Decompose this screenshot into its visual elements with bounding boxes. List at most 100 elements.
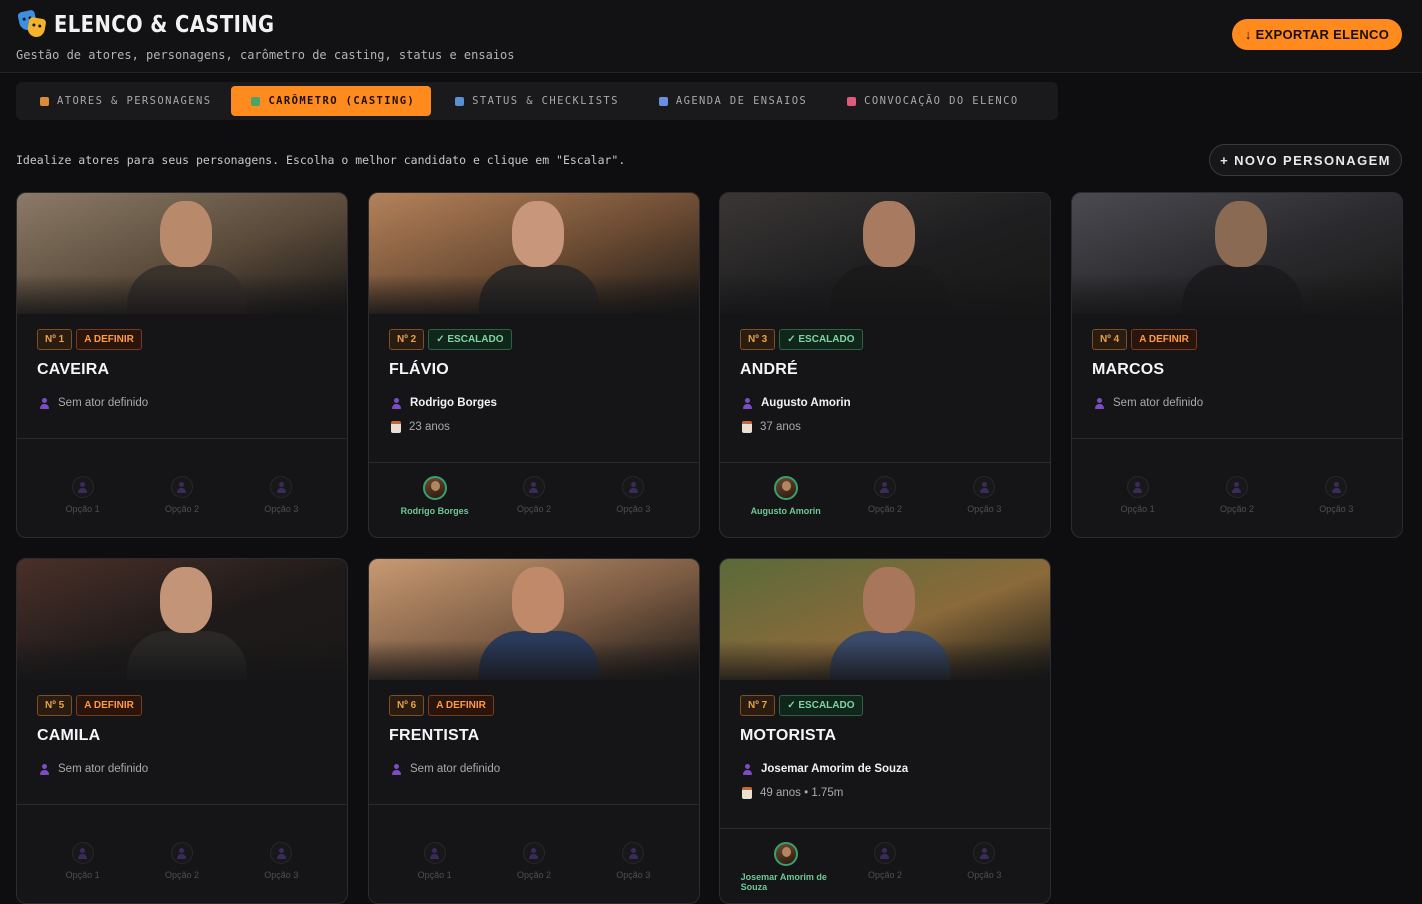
character-card[interactable]: Nº 4 A DEFINIR MARCOS Sem ator definido … [1071,192,1403,538]
clipboard-icon [742,421,752,433]
casting-option[interactable]: Opção 3 [588,842,678,880]
divider [720,462,1050,463]
casting-option[interactable]: Opção 3 [939,476,1029,516]
empty-avatar [622,476,645,498]
option-label: Opção 2 [516,870,551,880]
character-card[interactable]: Nº 5 A DEFINIR CAMILA Sem ator definido … [16,558,348,904]
empty-avatar [973,476,996,498]
person-icon [1331,481,1342,493]
casting-option[interactable]: Rodrigo Borges [390,476,480,516]
divider [720,828,1050,829]
status-badge: ✓ ESCALADO [779,329,863,350]
picture-icon [251,96,261,106]
character-name: FLÁVIO [389,361,449,378]
option-label: Opção 3 [1319,504,1354,514]
status-badge: A DEFINIR [76,695,142,716]
divider [369,462,699,463]
character-card[interactable]: Nº 6 A DEFINIR FRENTISTA Sem ator defini… [368,558,700,904]
person-icon [742,763,753,775]
actor-name: Josemar Amorim de Souza [761,763,909,775]
app-title: ELENCO & CASTING [54,12,275,38]
character-card[interactable]: Nº 7 ✓ ESCALADO MOTORISTA Josemar Amorim… [719,558,1051,904]
character-card[interactable]: Nº 3 ✓ ESCALADO ANDRÉ Augusto Amorin 37 … [719,192,1051,538]
person-icon [1231,481,1242,493]
character-card[interactable]: Nº 2 ✓ ESCALADO FLÁVIO Rodrigo Borges 23… [368,192,700,538]
clipboard-icon [742,787,752,799]
casting-option[interactable]: Opção 3 [1291,476,1381,514]
option-label: Opção 3 [264,870,299,880]
character-name: FRENTISTA [389,727,480,744]
option-label: Opção 2 [164,504,199,514]
tab-status-checklists[interactable]: STATUS & CHECKLISTS [435,86,635,116]
tab-casting-board[interactable]: CARÔMETRO (CASTING) [231,86,432,116]
character-name: ANDRÉ [740,361,798,378]
person-icon [39,763,50,775]
option-label: Opção 3 [967,870,1002,880]
casting-options: Augusto Amorin Opção 2 Opção 3 [720,476,1050,516]
status-badge: ✓ ESCALADO [779,695,863,716]
option-label: Opção 3 [616,504,651,514]
casting-option[interactable]: Augusto Amorin [741,476,831,516]
casting-option[interactable]: Opção 3 [236,842,326,880]
casting-option[interactable]: Opção 3 [588,476,678,516]
empty-avatar [622,842,645,864]
casting-option[interactable]: Opção 2 [840,842,930,892]
casting-option[interactable]: Opção 1 [390,842,480,880]
character-card[interactable]: Nº 1 A DEFINIR CAVEIRA Sem ator definido… [16,192,348,538]
empty-avatar [873,842,896,864]
option-label: Opção 2 [867,870,902,880]
empty-avatar [71,842,94,864]
megaphone-icon [847,96,857,106]
option-label: Opção 2 [1219,504,1254,514]
casting-option[interactable]: Opção 2 [840,476,930,516]
casting-option[interactable]: Opção 3 [236,476,326,514]
casting-option[interactable]: Opção 1 [1093,476,1183,514]
character-number-badge: Nº 1 [37,329,73,350]
tab-actors-characters[interactable]: ATORES & PERSONAGENS [20,86,227,116]
empty-avatar [1126,476,1149,498]
status-badge: ✓ ESCALADO [428,329,512,350]
person-icon [979,847,990,859]
empty-avatar [423,842,446,864]
casting-option[interactable]: Opção 2 [1192,476,1282,514]
character-number-badge: Nº 7 [740,695,776,716]
casting-option[interactable]: Josemar Amorim de Souza [741,842,831,892]
person-icon [528,847,539,859]
person-icon [39,397,50,409]
empty-avatar [1325,476,1348,498]
tab-cast-call[interactable]: CONVOCAÇÃO DO ELENCO [827,86,1034,116]
person-icon [429,847,440,859]
casting-option[interactable]: Opção 3 [939,842,1029,892]
empty-avatar [170,842,193,864]
character-name: MARCOS [1092,361,1165,378]
casting-option[interactable]: Opção 2 [489,476,579,516]
option-label: Opção 2 [164,870,199,880]
empty-avatar [170,476,193,498]
person-icon [979,481,990,493]
actor-details: 23 anos [409,421,450,433]
actor-row: Josemar Amorim de Souza [742,763,908,775]
actor-avatar [773,842,798,866]
person-icon [628,481,639,493]
casting-option[interactable]: Opção 2 [489,842,579,880]
tab-rehearsal-schedule[interactable]: AGENDA DE ENSAIOS [639,86,823,116]
character-photo [369,559,699,680]
character-photo [720,193,1050,314]
character-name: CAVEIRA [37,361,110,378]
card-badges: Nº 2 ✓ ESCALADO [389,329,512,350]
export-cast-button[interactable]: ↓ EXPORTAR ELENCO [1232,19,1402,50]
details-row: 23 anos [391,421,450,433]
actor-name: Sem ator definido [1113,397,1204,409]
card-badges: Nº 6 A DEFINIR [389,695,494,716]
option-label: Opção 3 [616,870,651,880]
casting-option[interactable]: Opção 2 [137,476,227,514]
option-label: Opção 3 [264,504,299,514]
new-character-button[interactable]: + NOVO PERSONAGEM [1209,144,1402,176]
casting-option[interactable]: Opção 2 [137,842,227,880]
option-label: Josemar Amorim de Souza [740,872,827,892]
app-subtitle: Gestão de atores, personagens, carômetro… [16,48,515,62]
casting-option[interactable]: Opção 1 [38,842,128,880]
calendar-icon [658,96,668,106]
casting-option[interactable]: Opção 1 [38,476,128,514]
person-icon [628,847,639,859]
